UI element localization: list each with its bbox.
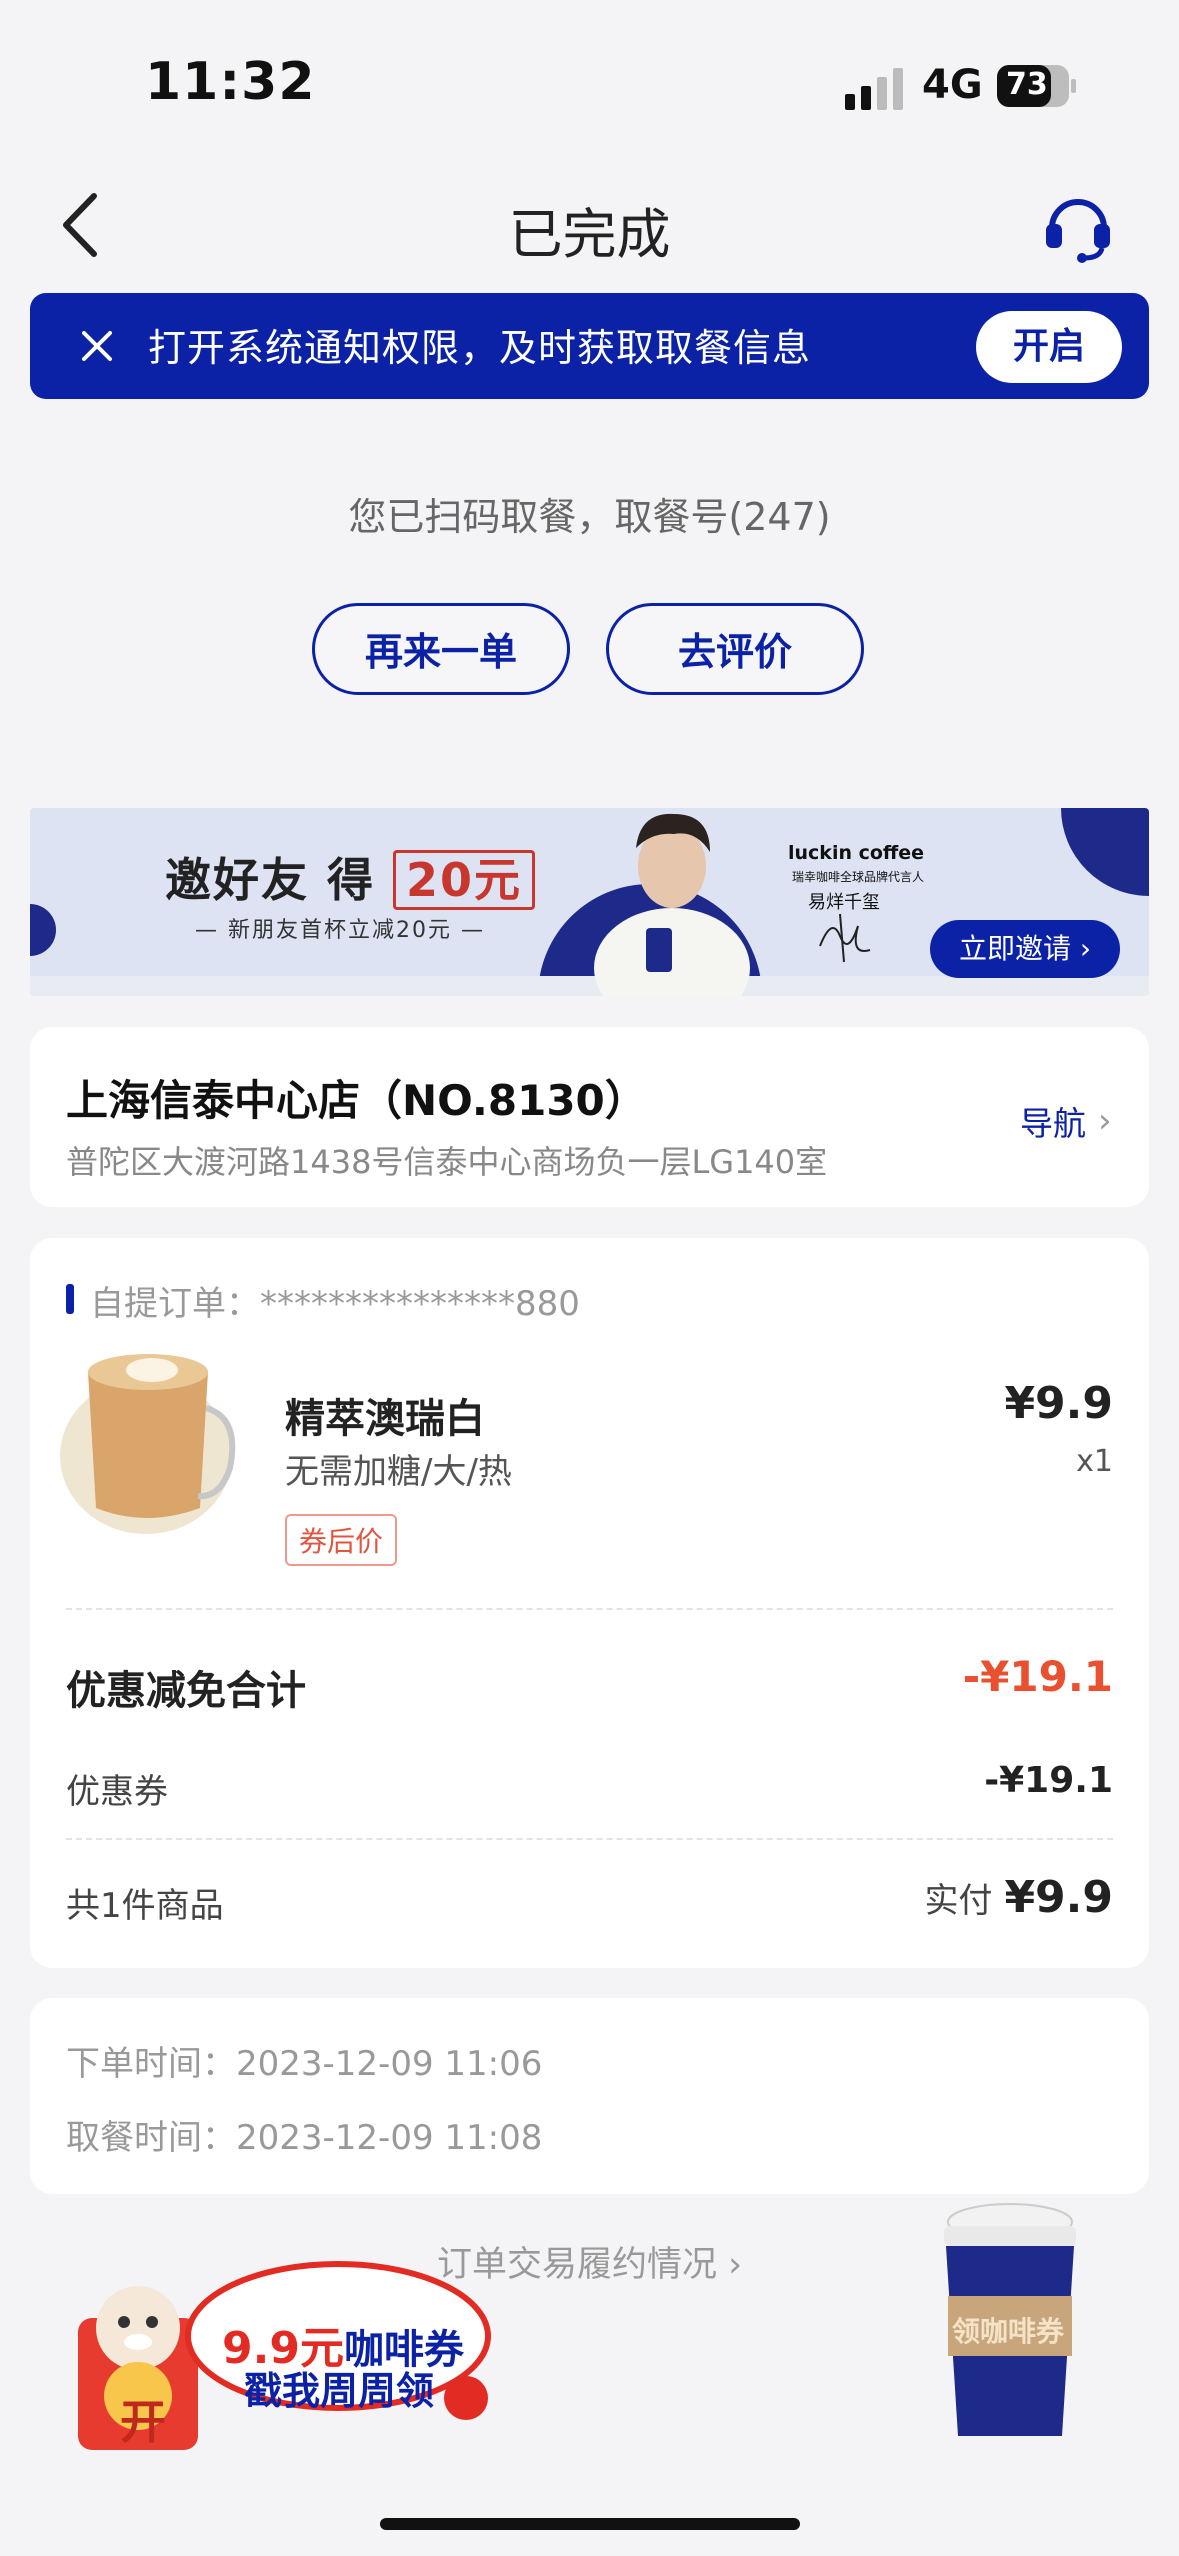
store-name: 上海信泰中心店（NO.8130） — [66, 1076, 647, 1125]
item-count: 共1件商品 — [66, 1886, 224, 1926]
divider — [66, 1608, 1113, 1610]
ambassador-photo — [594, 813, 750, 996]
chevron-right-icon[interactable]: › — [1098, 1101, 1112, 1141]
divider — [66, 1838, 1113, 1840]
battery-level: 73 — [1006, 67, 1048, 102]
open-badge: 开 — [120, 2395, 166, 2449]
item-quantity: x1 — [1076, 1444, 1113, 1479]
signal-icon — [845, 68, 903, 110]
store-card: 上海信泰中心店（NO.8130） 普陀区大渡河路1438号信泰中心商场负一层LG… — [30, 1027, 1149, 1207]
coupon-label: 优惠券 — [66, 1772, 168, 1812]
product-image — [60, 1354, 236, 1534]
paid-label: 实付 — [924, 1881, 993, 1921]
discount-total-label: 优惠减免合计 — [66, 1668, 306, 1714]
coupon-value: -¥19.1 — [984, 1760, 1113, 1801]
brand-subtitle: 瑞幸咖啡全球品牌代言人 — [792, 870, 925, 884]
paid-amount: 实付 ¥9.9 — [924, 1872, 1113, 1923]
weekly-coupon-line2[interactable]: 戳我周周领 — [244, 2360, 434, 2415]
coupon-price-tag: 券后价 — [285, 1514, 398, 1566]
promo-title-prefix: 邀好友 得 — [165, 853, 376, 907]
customer-service-icon[interactable] — [1040, 188, 1116, 264]
invite-promo-banner[interactable]: 邀好友 得 20元 — 新朋友首杯立减20元 — luckin coffee 瑞… — [30, 808, 1149, 996]
discount-total-value: -¥19.1 — [962, 1652, 1113, 1701]
item-price: ¥9.9 — [1004, 1378, 1113, 1429]
network-label: 4G — [922, 62, 983, 108]
promo-amount: 20元 — [393, 850, 536, 910]
close-icon[interactable] — [72, 321, 122, 371]
signature-icon — [819, 913, 871, 963]
brand-name: luckin coffee — [788, 842, 925, 864]
pickup-time: 取餐时间：2023-12-09 11:08 — [66, 2118, 543, 2158]
order-number: 自提订单：***************880 — [90, 1284, 580, 1324]
order-label-marker — [66, 1284, 74, 1314]
home-indicator — [380, 2518, 800, 2530]
review-button[interactable]: 去评价 — [606, 603, 864, 695]
pickup-message: 您已扫码取餐，取餐号(247) — [348, 495, 831, 539]
item-name: 精萃澳瑞白 — [285, 1396, 485, 1442]
paid-value: ¥9.9 — [1004, 1872, 1113, 1923]
promo-subtitle: — 新朋友首杯立减20元 — — [195, 918, 485, 943]
invite-now-button[interactable]: 立即邀请 › — [930, 920, 1120, 978]
notification-banner: 打开系统通知权限，及时获取取餐信息 开启 — [30, 293, 1149, 399]
battery-icon: 73 — [996, 64, 1078, 108]
item-spec: 无需加糖/大/热 — [285, 1452, 512, 1492]
navigate-link[interactable]: 导航 — [1020, 1097, 1086, 1145]
enable-notification-button[interactable]: 开启 — [976, 311, 1122, 383]
order-time: 下单时间：2023-12-09 11:06 — [66, 2044, 543, 2084]
notification-text: 打开系统通知权限，及时获取取餐信息 — [148, 326, 812, 370]
get-coffee-coupon-label[interactable]: 领咖啡券 — [952, 2310, 1064, 2350]
page-title: 已完成 — [508, 203, 671, 266]
reorder-button[interactable]: 再来一单 — [312, 603, 570, 695]
promo-title: 邀好友 得 20元 — [165, 844, 536, 910]
store-address: 普陀区大渡河路1438号信泰中心商场负一层LG140室 — [66, 1143, 828, 1181]
order-time-card: 下单时间：2023-12-09 11:06 取餐时间：2023-12-09 11… — [30, 1998, 1149, 2194]
status-time: 11:32 — [145, 52, 316, 112]
order-card: 自提订单：***************880 精萃澳瑞白 无需加糖/大/热 券… — [30, 1238, 1149, 1968]
